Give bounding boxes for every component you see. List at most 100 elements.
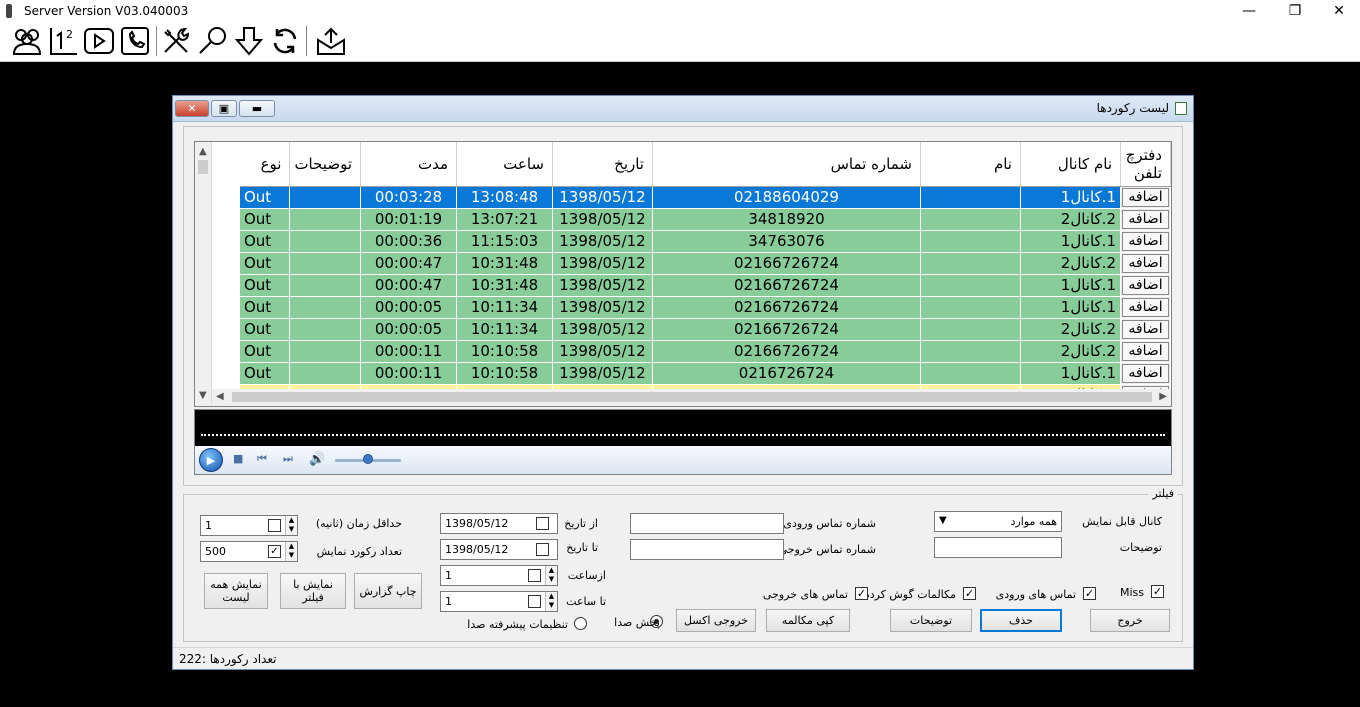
incoming-number-input[interactable]	[630, 513, 784, 534]
horizontal-scrollbar[interactable]: ◀ ▶	[212, 389, 1171, 406]
spin-arrows-icon[interactable]: ▲ ▼	[285, 516, 297, 535]
records-grid[interactable]: دفترچ تلفن نام کانال نام شماره تماس تاری…	[194, 141, 1172, 407]
add-to-phonebook-button[interactable]: اضافه	[1122, 187, 1169, 207]
dialog-close-button[interactable]: ✕	[175, 100, 209, 117]
outgoing-number-input[interactable]	[630, 539, 784, 560]
listened-checkbox[interactable]: ✓	[963, 587, 976, 600]
col-channel[interactable]: نام کانال	[1020, 142, 1121, 187]
to-date-picker[interactable]: 1398/05/12	[440, 539, 558, 560]
from-time-checkbox[interactable]	[528, 569, 541, 582]
scroll-down-icon[interactable]: ▼	[199, 390, 207, 401]
spin-arrows-icon[interactable]: ▲ ▼	[285, 542, 297, 561]
minimize-button[interactable]: —	[1226, 0, 1272, 22]
time-cell: 10:10:58	[456, 340, 553, 363]
record-count-spinner[interactable]: 500 ✓ ▲ ▼	[200, 541, 298, 562]
show-all-button[interactable]: نمایش همه لیست	[204, 573, 268, 609]
table-row[interactable]: اضافه 1.کانال1 02188604029 1398/05/12 13:08:…	[239, 186, 1171, 209]
restore-button[interactable]: ❐	[1272, 0, 1318, 22]
add-to-phonebook-button[interactable]: اضافه	[1122, 341, 1169, 361]
search-icon[interactable]	[196, 24, 230, 58]
number-cell: 02166726724	[652, 274, 921, 297]
add-to-phonebook-button[interactable]: اضافه	[1122, 231, 1169, 251]
spin-arrows-icon[interactable]: ▲ ▼	[545, 592, 557, 611]
phone-book-icon[interactable]	[118, 24, 152, 58]
name-cell	[920, 252, 1021, 275]
table-row[interactable]: اضافه 1.کانال1 02166726724 1398/05/12 10:31:…	[239, 274, 1171, 297]
to-date-checkbox[interactable]	[536, 543, 549, 556]
volume-knob[interactable]	[363, 454, 373, 464]
delete-button[interactable]: حذف	[980, 609, 1062, 632]
close-button[interactable]: ✕	[1316, 0, 1360, 22]
col-phonebook[interactable]: دفترچ تلفن	[1120, 142, 1171, 187]
notes-input[interactable]	[934, 537, 1062, 558]
from-date-picker[interactable]: 1398/05/12	[440, 513, 558, 534]
scroll-thumb[interactable]	[198, 160, 208, 174]
name-cell	[920, 340, 1021, 363]
play-icon[interactable]	[82, 24, 116, 58]
number-cell: 34818920	[652, 208, 921, 231]
col-name[interactable]: نام	[920, 142, 1021, 187]
name-cell	[920, 362, 1021, 385]
stop-icon[interactable]: ■	[233, 452, 243, 465]
vertical-scrollbar[interactable]: ▲ ▼	[195, 142, 212, 406]
to-time-label: تا ساعت	[566, 595, 606, 608]
table-row[interactable]: اضافه 1.کانال1 02166726724 1398/05/12 10:11:…	[239, 296, 1171, 319]
add-to-phonebook-button[interactable]: اضافه	[1122, 275, 1169, 295]
channel-select[interactable]: همه موارد ▼	[934, 511, 1062, 532]
col-duration[interactable]: مدت	[360, 142, 457, 187]
add-to-phonebook-button[interactable]: اضافه	[1122, 253, 1169, 273]
seek-bar[interactable]	[201, 434, 1165, 436]
col-type[interactable]: نوع	[239, 142, 291, 187]
window-title: Server Version V03.040003	[24, 4, 189, 18]
col-time[interactable]: ساعت	[456, 142, 553, 187]
min-time-checkbox[interactable]	[268, 519, 281, 532]
from-date-checkbox[interactable]	[536, 517, 549, 530]
excel-export-button[interactable]: خروجی اکسل	[676, 609, 756, 632]
to-time-picker[interactable]: 1 ▲ ▼	[440, 591, 558, 612]
scroll-up-icon[interactable]: ▲	[199, 146, 207, 157]
col-notes[interactable]: توضیحات	[289, 142, 361, 187]
play-icon[interactable]: ▶	[199, 448, 223, 472]
scroll-left-icon[interactable]: ◀	[216, 391, 224, 402]
add-to-phonebook-button[interactable]: اضافه	[1122, 297, 1169, 317]
table-row[interactable]: اضافه 1.کانال1 34763076 1398/05/12 11:15:03 0…	[239, 230, 1171, 253]
hscroll-thumb[interactable]	[232, 392, 1152, 402]
volume-icon[interactable]: 🔊	[309, 452, 325, 467]
add-to-phonebook-button[interactable]: اضافه	[1122, 319, 1169, 339]
table-row[interactable]: اضافه 2.کانال2 02166726724 1398/05/12 10:10:…	[239, 340, 1171, 363]
numbering-icon[interactable]: 2	[46, 24, 80, 58]
exit-button[interactable]: خروج	[1090, 609, 1170, 632]
copy-call-button[interactable]: کپی مکالمه	[766, 609, 850, 632]
users-icon[interactable]	[10, 24, 44, 58]
spin-arrows-icon[interactable]: ▲ ▼	[545, 566, 557, 585]
show-filtered-button[interactable]: نمایش با فیلتر	[280, 573, 346, 609]
notes-button[interactable]: توضیحات	[890, 609, 972, 632]
col-date[interactable]: تاریخ	[552, 142, 653, 187]
table-row[interactable]: اضافه 1.کانال1 0216726724 1398/05/12 10:10:5…	[239, 362, 1171, 385]
advanced-sound-radio[interactable]	[574, 617, 587, 630]
miss-checkbox[interactable]: ✓	[1151, 585, 1164, 598]
add-to-phonebook-button[interactable]: اضافه	[1122, 209, 1169, 229]
table-row[interactable]: اضافه 2.کانال2 34818920 1398/05/12 13:07:21 0…	[239, 208, 1171, 231]
record-count-checkbox[interactable]: ✓	[268, 545, 281, 558]
tools-icon[interactable]	[160, 24, 194, 58]
refresh-icon[interactable]	[268, 24, 302, 58]
dialog-maximize-button[interactable]: ▣	[211, 100, 237, 117]
table-row[interactable]: اضافه 2.کانال2 02166726724 1398/05/12 10:11:…	[239, 318, 1171, 341]
print-report-button[interactable]: چاپ گزارش	[354, 573, 422, 609]
incoming-calls-checkbox[interactable]: ✓	[1083, 587, 1096, 600]
previous-icon[interactable]: ⏮	[257, 452, 267, 466]
download-icon[interactable]	[232, 24, 266, 58]
col-number[interactable]: شماره تماس	[652, 142, 921, 187]
add-to-phonebook-button[interactable]: اضافه	[1122, 363, 1169, 383]
outgoing-calls-checkbox[interactable]: ✓	[855, 587, 868, 600]
scroll-right-icon[interactable]: ▶	[1159, 391, 1167, 402]
table-row[interactable]: اضافه 2.کانال2 02166726724 1398/05/12 10:31:…	[239, 252, 1171, 275]
export-icon[interactable]	[314, 24, 348, 58]
dialog-title: لیست رکوردها	[1096, 101, 1169, 115]
to-time-checkbox[interactable]	[528, 595, 541, 608]
next-icon[interactable]: ⏭	[283, 452, 293, 466]
from-time-picker[interactable]: 1 ▲ ▼	[440, 565, 558, 586]
min-time-spinner[interactable]: 1 ▲ ▼	[200, 515, 298, 536]
dialog-minimize-button[interactable]: ▬	[239, 100, 275, 117]
